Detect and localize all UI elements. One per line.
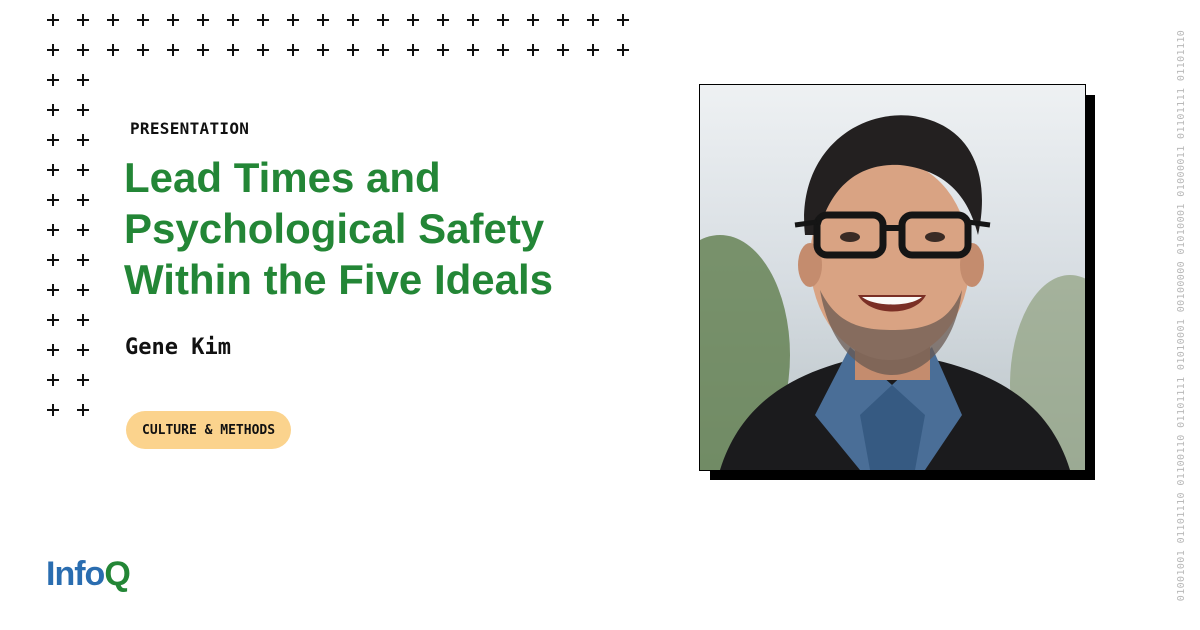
plus-icon [77, 224, 89, 236]
plus-icon [47, 374, 59, 386]
plus-icon [167, 14, 179, 26]
plus-icon [407, 44, 419, 56]
plus-icon [77, 314, 89, 326]
logo-text: InfoQ [46, 555, 131, 593]
plus-icon [227, 14, 239, 26]
plus-icon [47, 224, 59, 236]
plus-icon [587, 44, 599, 56]
plus-icon [77, 374, 89, 386]
title-line: Lead Times and [124, 154, 441, 201]
plus-icon [227, 44, 239, 56]
plus-icon [377, 44, 389, 56]
plus-icon [47, 164, 59, 176]
plus-icon [557, 44, 569, 56]
plus-icon [587, 14, 599, 26]
plus-icon [47, 284, 59, 296]
binary-text: 01001001 01101110 01100110 01101111 0101… [1176, 29, 1188, 601]
plus-icon [497, 44, 509, 56]
plus-icon [77, 404, 89, 416]
plus-icon [137, 44, 149, 56]
plus-icon [467, 14, 479, 26]
plus-icon [287, 44, 299, 56]
title-line: Psychological Safety [124, 205, 545, 252]
plus-icon [77, 344, 89, 356]
plus-icon [317, 14, 329, 26]
plus-icon [527, 44, 539, 56]
plus-icon [77, 254, 89, 266]
plus-icon [257, 44, 269, 56]
plus-icon [77, 164, 89, 176]
topic-tag[interactable]: CULTURE & METHODS [126, 411, 292, 449]
plus-icon [77, 104, 89, 116]
plus-icon [497, 14, 509, 26]
plus-icon [47, 314, 59, 326]
plus-icon [47, 344, 59, 356]
plus-icon [557, 14, 569, 26]
plus-icon [77, 14, 89, 26]
plus-icon [47, 74, 59, 86]
page-title: Lead Times and Psychological Safety With… [124, 152, 624, 305]
plus-icon [167, 44, 179, 56]
speaker-photo [699, 84, 1086, 471]
plus-icon [47, 404, 59, 416]
plus-icon [407, 14, 419, 26]
plus-icon [617, 14, 629, 26]
plus-icon [527, 14, 539, 26]
plus-icon [347, 14, 359, 26]
content-type-label: PRESENTATION [130, 119, 250, 138]
plus-icon [77, 194, 89, 206]
plus-icon [467, 44, 479, 56]
speaker-name: Gene Kim [125, 335, 231, 360]
plus-icon [47, 194, 59, 206]
infoq-logo[interactable]: InfoQ [46, 555, 131, 594]
plus-icon [77, 134, 89, 146]
plus-icon [107, 14, 119, 26]
plus-icon [317, 44, 329, 56]
plus-icon [77, 44, 89, 56]
plus-icon [347, 44, 359, 56]
plus-icon [47, 44, 59, 56]
plus-icon [47, 104, 59, 116]
title-line: Within the Five Ideals [124, 256, 554, 303]
plus-icon [47, 254, 59, 266]
plus-icon [197, 44, 209, 56]
plus-icon [47, 134, 59, 146]
plus-icon [47, 14, 59, 26]
plus-icon [287, 14, 299, 26]
plus-icon [77, 284, 89, 296]
plus-icon [257, 14, 269, 26]
plus-icon [197, 14, 209, 26]
binary-decoration: 01001001 01101110 01100110 01101111 0101… [1173, 20, 1191, 610]
plus-icon [77, 74, 89, 86]
plus-icon [437, 14, 449, 26]
plus-icon [377, 14, 389, 26]
plus-icon [437, 44, 449, 56]
plus-icon [107, 44, 119, 56]
plus-icon [137, 14, 149, 26]
plus-icon [617, 44, 629, 56]
